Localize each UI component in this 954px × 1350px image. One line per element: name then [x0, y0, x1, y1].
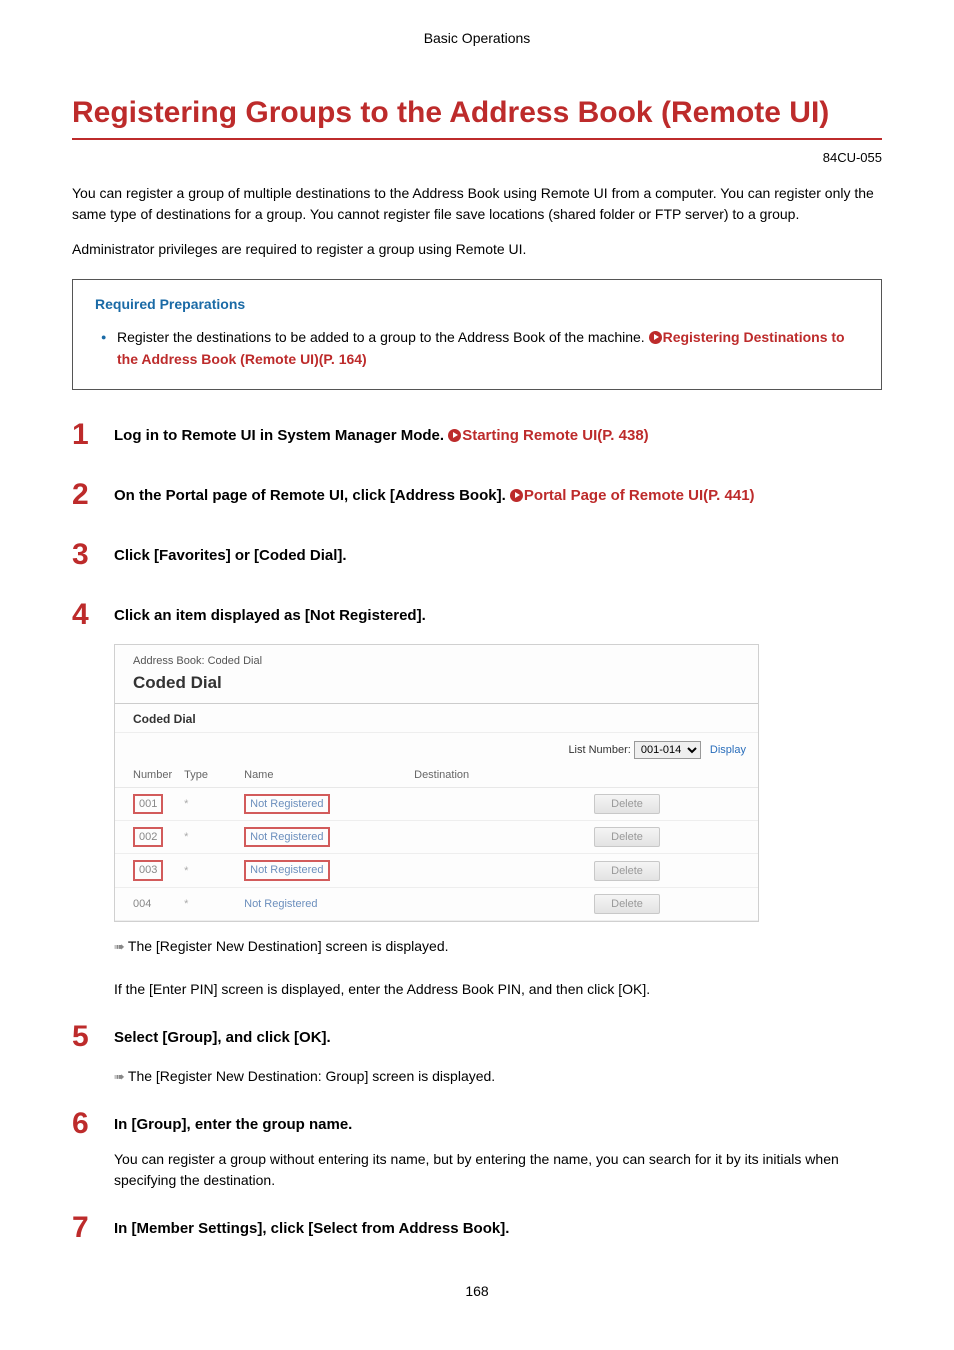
result-4a-text: The [Register New Destination] screen is…: [128, 938, 449, 954]
step-number: 6: [72, 1109, 114, 1139]
step-1: 1 Log in to Remote UI in System Manager …: [72, 420, 882, 450]
result-arrow-icon: ➠: [114, 939, 125, 954]
row-003-num: 003: [133, 860, 163, 880]
list-number-label: List Number:: [568, 744, 630, 756]
step-6-detail: You can register a group without enterin…: [114, 1149, 882, 1191]
step-7: 7 In [Member Settings], click [Select fr…: [72, 1213, 882, 1243]
list-number-select[interactable]: 001-014: [634, 741, 701, 759]
step-6: 6 In [Group], enter the group name.: [72, 1109, 882, 1139]
required-preparations-heading: Required Preparations: [95, 296, 859, 312]
bullet-text: Register the destinations to be added to…: [117, 329, 649, 345]
play-link-icon: [649, 331, 662, 344]
row-004-num: 004: [115, 887, 178, 920]
step-4-result: ➠The [Register New Destination] screen i…: [114, 936, 882, 957]
result-arrow-icon: ➠: [114, 1069, 125, 1084]
row-002-num: 002: [133, 827, 163, 847]
preparation-bullet: Register the destinations to be added to…: [95, 326, 859, 371]
step-1-title: Log in to Remote UI in System Manager Mo…: [114, 425, 882, 448]
table-row[interactable]: 004 * Not Registered Delete: [115, 887, 758, 920]
step-1-link[interactable]: Starting Remote UI(P. 438): [462, 427, 648, 444]
delete-button[interactable]: Delete: [594, 861, 660, 881]
step-number: 2: [72, 480, 114, 510]
coded-dial-screenshot: Address Book: Coded Dial Coded Dial Code…: [114, 644, 759, 922]
table-row[interactable]: 002 * Not Registered Delete: [115, 821, 758, 854]
display-button[interactable]: Display: [710, 744, 746, 756]
step-7-title: In [Member Settings], click [Select from…: [114, 1218, 882, 1241]
table-row[interactable]: 003 * Not Registered Delete: [115, 854, 758, 887]
step-number: 4: [72, 600, 114, 630]
document-id: 84CU-055: [72, 150, 882, 165]
step-number: 3: [72, 540, 114, 570]
step-5: 5 Select [Group], and click [OK].: [72, 1022, 882, 1052]
row-004-type: *: [178, 887, 238, 920]
intro-paragraph: You can register a group of multiple des…: [72, 183, 882, 225]
delete-button[interactable]: Delete: [594, 794, 660, 814]
ss-list-toolbar: List Number: 001-014 Display: [115, 733, 758, 765]
row-002-name[interactable]: Not Registered: [244, 827, 329, 847]
step-number: 7: [72, 1213, 114, 1243]
col-destination: Destination: [408, 765, 588, 788]
admin-note: Administrator privileges are required to…: [72, 241, 882, 257]
step-2-text: On the Portal page of Remote UI, click […: [114, 487, 510, 504]
col-type: Type: [178, 765, 238, 788]
coded-dial-table: Number Type Name Destination 001 * Not R…: [115, 765, 758, 921]
table-row[interactable]: 001 * Not Registered Delete: [115, 787, 758, 820]
play-link-icon: [448, 429, 461, 442]
delete-button[interactable]: Delete: [594, 827, 660, 847]
required-preparations-box: Required Preparations Register the desti…: [72, 279, 882, 390]
section-header: Basic Operations: [72, 30, 882, 46]
row-001-name[interactable]: Not Registered: [244, 794, 329, 814]
row-003-type: *: [178, 854, 238, 887]
ss-heading: Coded Dial: [115, 671, 758, 704]
row-001-num: 001: [133, 794, 163, 814]
row-003-name[interactable]: Not Registered: [244, 860, 329, 880]
step-number: 5: [72, 1022, 114, 1052]
step-4-note: If the [Enter PIN] screen is displayed, …: [114, 979, 882, 1000]
step-number: 1: [72, 420, 114, 450]
step-2: 2 On the Portal page of Remote UI, click…: [72, 480, 882, 510]
row-001-type: *: [178, 787, 238, 820]
step-2-link[interactable]: Portal Page of Remote UI(P. 441): [524, 487, 755, 504]
step-4: 4 Click an item displayed as [Not Regist…: [72, 600, 882, 630]
step-3-title: Click [Favorites] or [Coded Dial].: [114, 545, 882, 568]
step-2-title: On the Portal page of Remote UI, click […: [114, 485, 882, 508]
step-1-text: Log in to Remote UI in System Manager Mo…: [114, 427, 448, 444]
step-6-title: In [Group], enter the group name.: [114, 1114, 882, 1137]
page-number: 168: [72, 1283, 882, 1299]
play-link-icon: [510, 489, 523, 502]
ss-subheading: Coded Dial: [115, 704, 758, 733]
step-3: 3 Click [Favorites] or [Coded Dial].: [72, 540, 882, 570]
row-004-name[interactable]: Not Registered: [238, 887, 408, 920]
col-name: Name: [238, 765, 408, 788]
col-number: Number: [115, 765, 178, 788]
step-5-title: Select [Group], and click [OK].: [114, 1027, 882, 1050]
step-5-result: ➠The [Register New Destination: Group] s…: [114, 1066, 882, 1087]
page-title: Registering Groups to the Address Book (…: [72, 96, 882, 140]
delete-button[interactable]: Delete: [594, 894, 660, 914]
ss-breadcrumb: Address Book: Coded Dial: [115, 655, 758, 671]
step-4-title: Click an item displayed as [Not Register…: [114, 605, 882, 628]
row-002-type: *: [178, 821, 238, 854]
result-5-text: The [Register New Destination: Group] sc…: [128, 1068, 495, 1084]
